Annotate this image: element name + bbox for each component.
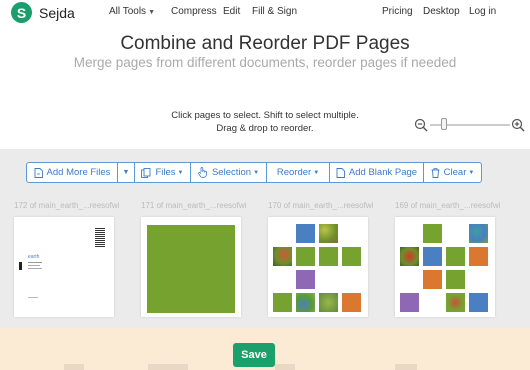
cover-text-line: [28, 262, 42, 263]
tile-image: [296, 270, 315, 289]
add-blank-page-label: Add Blank Page: [348, 167, 418, 178]
add-files-dropdown-button[interactable]: ▼: [118, 163, 135, 182]
next-row-shadow: [275, 364, 295, 370]
reorder-menu-label: Reorder: [276, 167, 312, 178]
tile-image: [273, 293, 292, 312]
nav-pricing[interactable]: Pricing: [382, 6, 413, 17]
tile-image: [423, 247, 442, 266]
tile-image: [446, 270, 465, 289]
add-more-files-button[interactable]: Add More Files: [27, 163, 118, 182]
page-label: 172 of main_earth_...reesofwi...: [14, 201, 120, 210]
nav-fill-sign[interactable]: Fill & Sign: [252, 6, 297, 17]
page-label: 171 of main_earth_...reesofwi...: [141, 201, 247, 210]
save-button[interactable]: Save: [233, 343, 275, 367]
cover-barcode: [95, 227, 105, 247]
nav-desktop[interactable]: Desktop: [423, 6, 460, 17]
tile-image: [273, 247, 292, 266]
page-thumbnail[interactable]: [395, 217, 495, 317]
next-row-shadow: [395, 364, 417, 370]
tile-image: [469, 247, 488, 266]
page-thumbnail[interactable]: earth: [14, 217, 114, 317]
caret-down-icon: ▼: [253, 169, 260, 176]
select-hint: Click pages to select. Shift to select m…: [171, 110, 359, 121]
caret-down-icon: ▼: [468, 169, 475, 176]
cover-text-line: [28, 268, 42, 269]
page-title: Combine and Reorder PDF Pages: [120, 33, 410, 54]
cover-black-strip: [19, 262, 22, 270]
tile-image: [319, 224, 338, 243]
hand-pointer-icon: [198, 167, 207, 178]
nav-all-tools[interactable]: All Tools ▼: [109, 6, 155, 17]
nav-login[interactable]: Log in: [469, 6, 496, 17]
blank-page-icon: [336, 167, 345, 178]
brand-name[interactable]: Sejda: [39, 5, 75, 21]
caret-down-icon: ▼: [313, 169, 320, 176]
reorder-menu-button[interactable]: Reorder ▼: [267, 163, 330, 182]
chevron-down-icon: ▼: [148, 9, 155, 16]
tile-image: [423, 270, 442, 289]
selection-menu-button[interactable]: Selection ▼: [191, 163, 267, 182]
tile-image: [400, 293, 419, 312]
next-row-shadow: [148, 364, 188, 370]
tile-image: [319, 247, 338, 266]
clear-menu-label: Clear: [443, 167, 467, 178]
add-blank-page-button[interactable]: Add Blank Page: [330, 163, 424, 182]
nav-edit[interactable]: Edit: [223, 6, 240, 17]
tile-image: [400, 247, 419, 266]
tile-image: [342, 293, 361, 312]
files-icon: [141, 167, 151, 178]
tile-image: [296, 224, 315, 243]
selection-menu-label: Selection: [211, 167, 252, 178]
zoom-out-icon[interactable]: [414, 118, 428, 132]
file-icon: [34, 167, 43, 178]
page-label: 170 of main_earth_...reesofwi...: [268, 201, 374, 210]
tile-image: [319, 293, 338, 312]
tile-image: [469, 293, 488, 312]
tile-image: [423, 224, 442, 243]
page-toolbar: Add More Files ▼ Files ▼ Selection ▼ Reord…: [26, 162, 482, 183]
tile-image: [342, 247, 361, 266]
page-subtitle: Merge pages from different documents, re…: [73, 55, 457, 70]
page-label: 169 of main_earth_...reesofwi...: [395, 201, 501, 210]
clear-menu-button[interactable]: Clear ▼: [424, 163, 481, 182]
tile-image: [296, 293, 315, 312]
zoom-slider-thumb[interactable]: [441, 118, 448, 130]
top-nav: S Sejda All Tools ▼ Compress Edit Fill & …: [0, 0, 530, 27]
green-page-fill: [147, 225, 235, 313]
page-thumbnail[interactable]: [268, 217, 368, 317]
files-menu-button[interactable]: Files ▼: [135, 163, 191, 182]
caret-down-icon: ▼: [177, 169, 184, 176]
cover-text-line: [28, 265, 40, 266]
tile-image: [296, 247, 315, 266]
tile-image: [446, 293, 465, 312]
next-row-shadow: [64, 364, 84, 370]
cover-text-line: [28, 297, 38, 298]
zoom-in-icon[interactable]: [511, 118, 525, 132]
add-more-files-label: Add More Files: [46, 167, 111, 178]
tile-image: [446, 247, 465, 266]
tile-image: [469, 224, 488, 243]
files-menu-label: Files: [155, 167, 176, 178]
trash-icon: [431, 167, 440, 178]
nav-compress[interactable]: Compress: [171, 6, 217, 17]
caret-down-icon: ▼: [122, 169, 130, 176]
nav-all-tools-label: All Tools: [109, 6, 147, 17]
cover-title-text: earth: [28, 254, 40, 260]
sejda-logo-icon[interactable]: S: [11, 2, 32, 23]
page-thumbnail[interactable]: [141, 217, 241, 317]
